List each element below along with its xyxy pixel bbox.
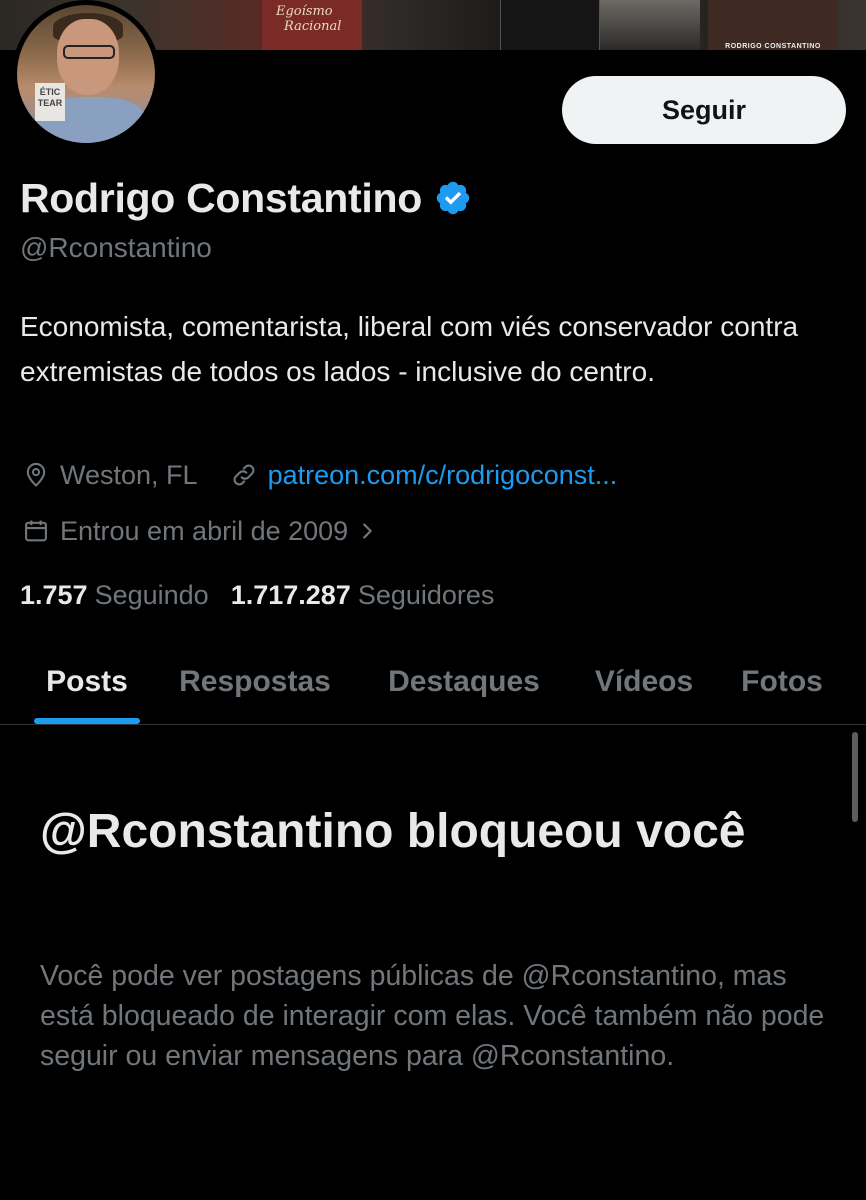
following-label: Seguindo — [94, 579, 209, 610]
tab-fotos[interactable]: Fotos — [730, 640, 834, 724]
profile-bio: Economista, comentarista, liberal com vi… — [20, 311, 799, 387]
banner-book-portrait — [600, 0, 700, 50]
profile-name-row: Rodrigo Constantino — [20, 172, 472, 224]
location-pin-icon — [26, 462, 46, 487]
following-count: 1.757 — [20, 579, 88, 610]
scrollbar[interactable] — [852, 732, 858, 822]
profile-joined-date: Entrou em abril de 2009 — [60, 515, 349, 546]
banner-book-egoismo: Egoísmo Racional — [262, 0, 362, 50]
banner-book-dark — [500, 0, 600, 50]
avatar-mug: ÉTIC TEAR — [35, 83, 65, 121]
link-icon — [233, 464, 255, 486]
banner-book-title-1: Egoísmo — [276, 4, 333, 19]
chevron-right-icon — [363, 523, 372, 539]
tab-videos[interactable]: Vídeos — [582, 640, 706, 724]
tab-respostas[interactable]: Respostas — [164, 640, 346, 724]
profile-joined-row[interactable]: Entrou em abril de 2009 — [22, 512, 378, 550]
avatar[interactable]: ÉTIC TEAR — [12, 0, 160, 148]
followers-stat[interactable]: 1.717.287 Seguidores — [231, 580, 495, 611]
banner-book-constantino: RODRIGO CONSTANTINO — [708, 0, 838, 50]
profile-handle: @Rconstantino — [20, 232, 212, 263]
tab-destaques[interactable]: Destaques — [370, 640, 558, 724]
calendar-icon — [25, 520, 47, 542]
blocked-description: Você pode ver postagens públicas de @Rco… — [40, 960, 825, 1072]
banner-book-title-2: Racional — [284, 19, 342, 34]
active-tab-indicator — [34, 718, 140, 724]
banner-author-spine: RODRIGO CONSTANTINO — [725, 43, 821, 50]
profile-location: Weston, FL — [60, 459, 198, 490]
followers-label: Seguidores — [357, 579, 495, 610]
blocked-title: @Rconstantino bloqueou você — [40, 805, 746, 858]
avatar-photo: ÉTIC TEAR — [17, 5, 155, 143]
profile-meta-row: Weston, FL patreon.com/c/rodrigoconst... — [22, 456, 617, 494]
tab-posts[interactable]: Posts — [20, 640, 154, 724]
profile-tabs: Posts Respostas Destaques Vídeos Fotos — [0, 640, 866, 725]
followers-count: 1.717.287 — [230, 579, 351, 610]
profile-website-link[interactable]: patreon.com/c/rodrigoconst... — [268, 460, 618, 491]
verified-badge-icon[interactable] — [434, 179, 472, 217]
display-name: Rodrigo Constantino — [20, 174, 422, 221]
following-stat[interactable]: 1.757 Seguindo — [20, 580, 209, 611]
follow-button[interactable]: Seguir — [562, 76, 846, 144]
profile-stats: 1.757 Seguindo 1.717.287 Seguidores — [20, 576, 494, 614]
